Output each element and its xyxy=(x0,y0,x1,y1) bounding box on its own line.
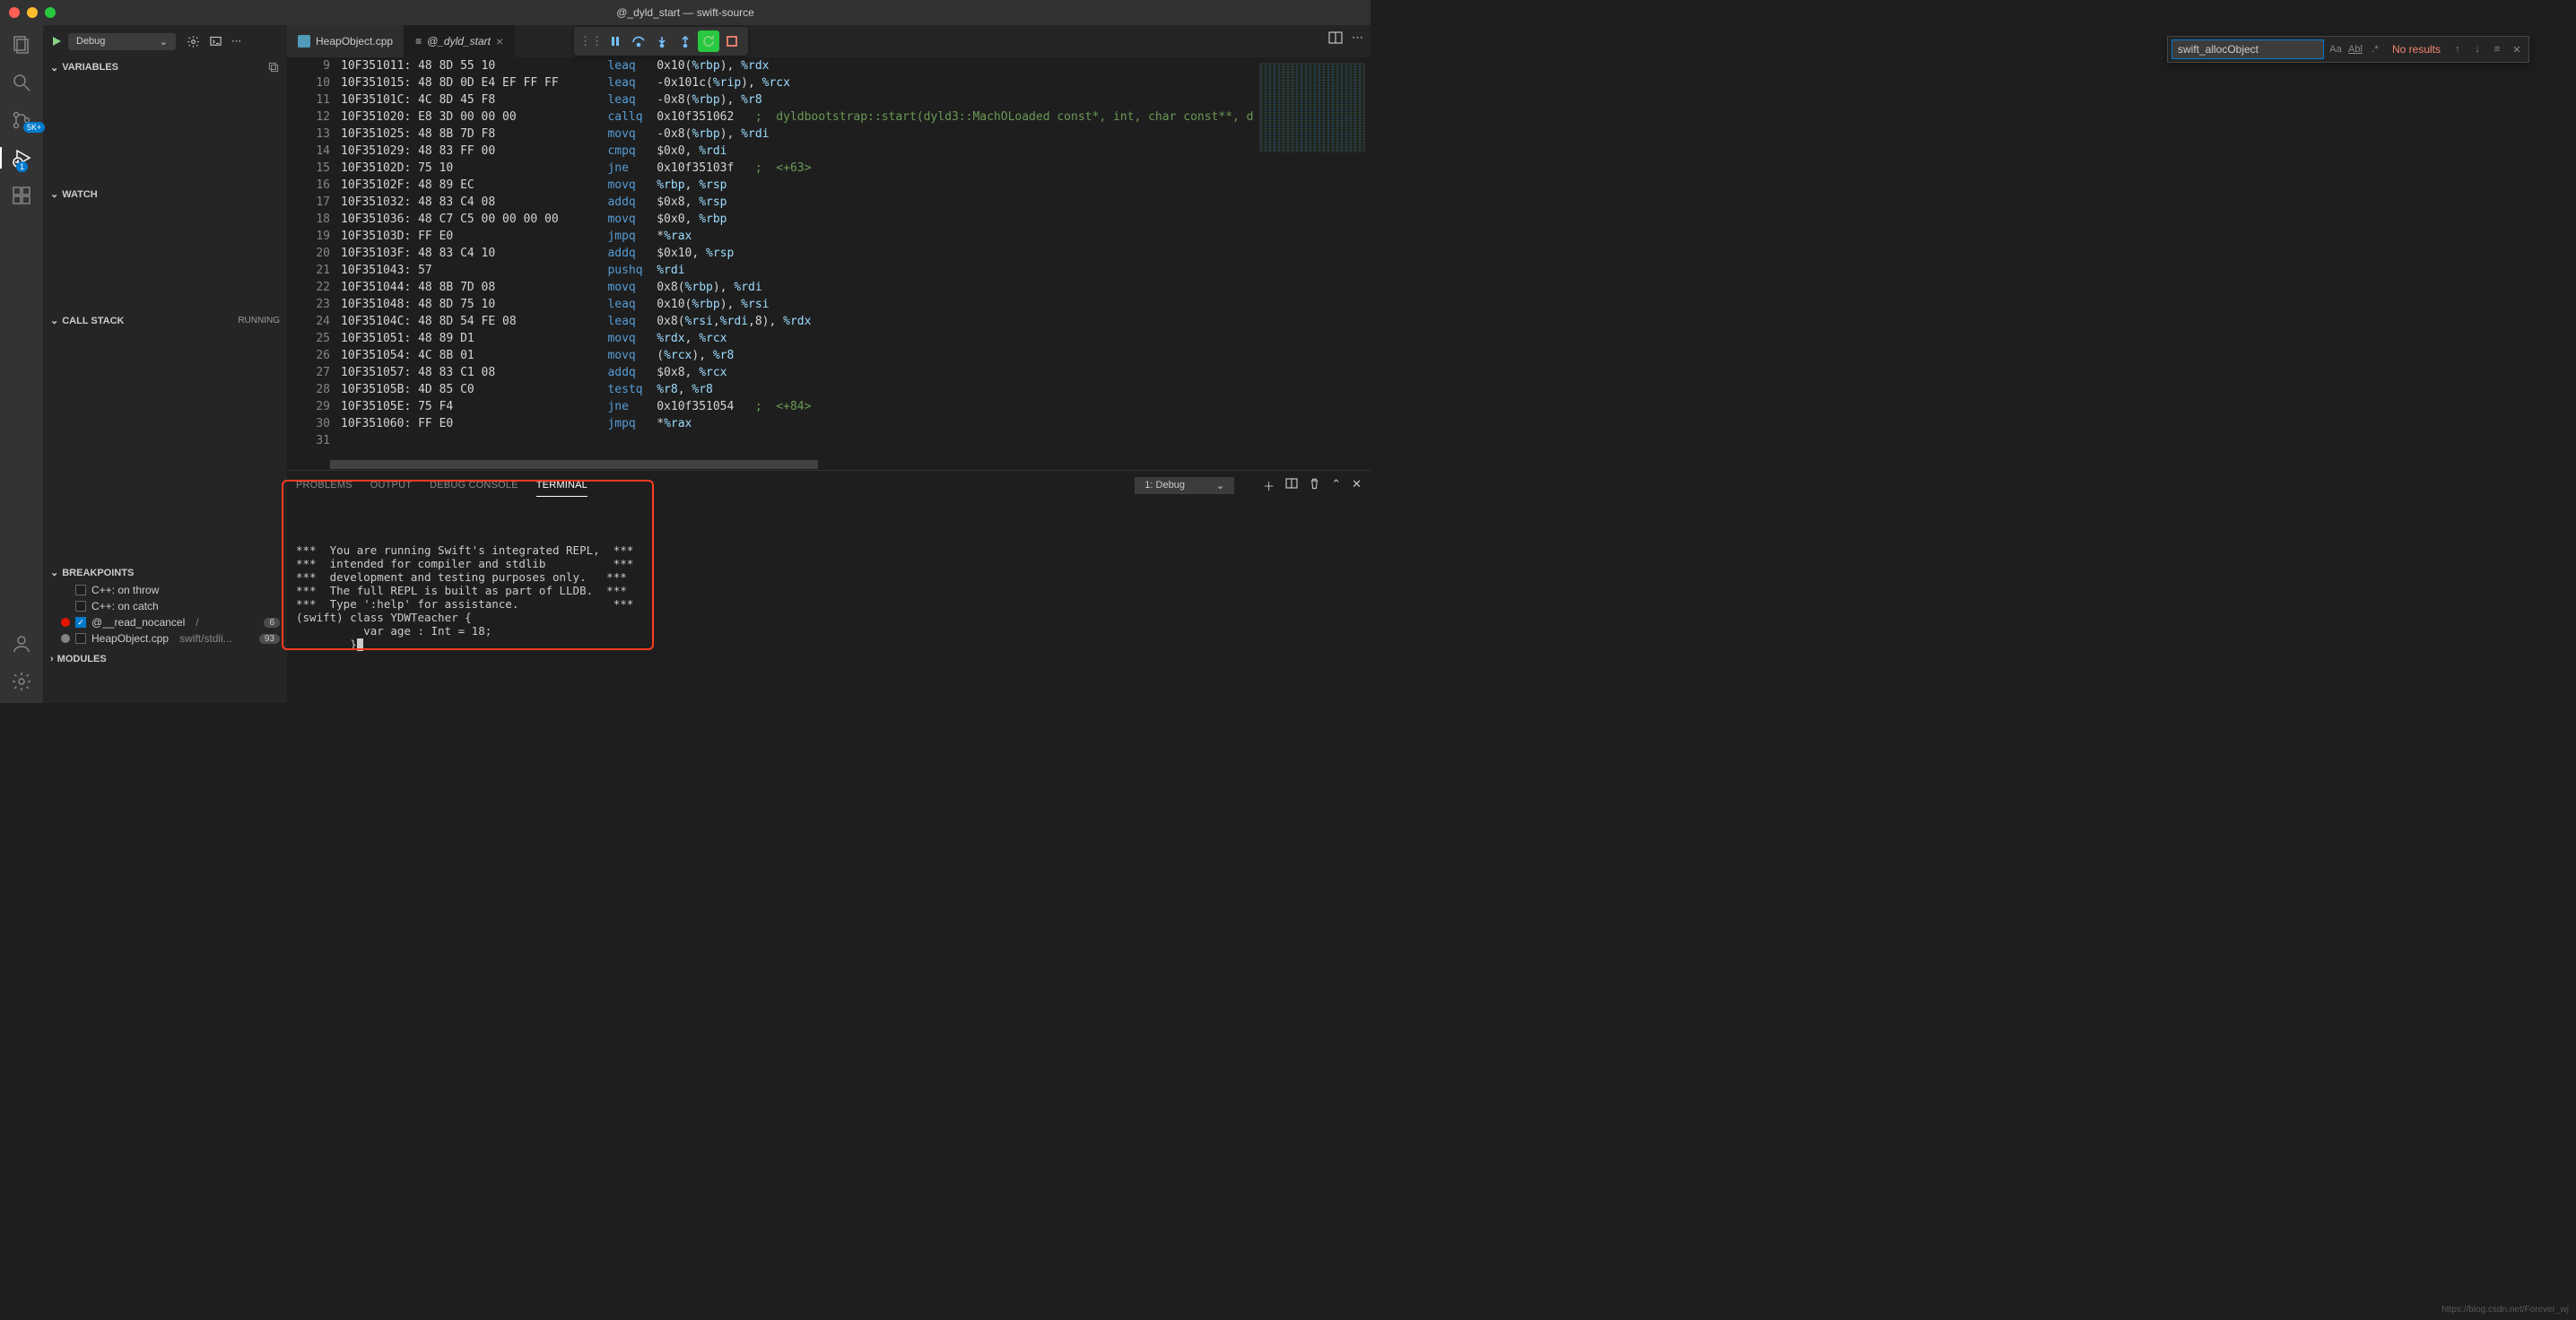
chevron-down-icon: ⌄ xyxy=(50,62,58,74)
find-filter-icon[interactable]: ≡ xyxy=(2489,44,2505,55)
account-icon[interactable] xyxy=(11,633,32,655)
terminal-body[interactable]: *** You are running Swift's integrated R… xyxy=(287,499,1371,703)
debug-badge: 1 xyxy=(16,161,28,172)
breakpoint-row[interactable]: C++: on catch xyxy=(43,598,287,614)
breakpoint-row[interactable]: ✓@__read_nocancel/6 xyxy=(43,614,287,630)
new-terminal-icon[interactable]: ＋ xyxy=(1263,477,1275,494)
window-title: @_dyld_start — swift-source xyxy=(616,6,754,19)
chevron-down-icon: ⌄ xyxy=(1216,480,1224,491)
watch-section[interactable]: ⌄ WATCH xyxy=(43,185,287,204)
debug-sidebar: Debug ⌄ ⋯ ⌄ VARIABLES ⌄ WATCH xyxy=(43,25,287,703)
step-over-button[interactable] xyxy=(628,30,649,52)
tab-bar: HeapObject.cpp≡@_dyld_start× ⋮⋮ ⋯ xyxy=(287,25,1371,57)
debug-config-select[interactable]: Debug ⌄ xyxy=(68,33,176,50)
editor-zone: HeapObject.cpp≡@_dyld_start× ⋮⋮ ⋯ Aa Abl… xyxy=(287,25,1371,703)
step-out-button[interactable] xyxy=(674,30,696,52)
match-case-icon[interactable]: Aa xyxy=(2328,44,2344,55)
watermark: https://blog.csdn.net/Forever_wj xyxy=(2441,1305,2569,1315)
settings-gear-icon[interactable] xyxy=(11,671,32,692)
more-actions-icon[interactable]: ⋯ xyxy=(1352,30,1363,45)
start-debug-icon[interactable] xyxy=(50,35,63,48)
minimap[interactable] xyxy=(1254,57,1371,459)
minimize-window[interactable] xyxy=(27,7,38,18)
scm-badge: 5K+ xyxy=(23,122,45,133)
find-input[interactable] xyxy=(2171,39,2324,59)
restart-button[interactable] xyxy=(698,30,719,52)
callstack-section[interactable]: ⌄ CALL STACK RUNNING xyxy=(43,311,287,330)
source-control-icon[interactable]: 5K+ xyxy=(11,109,32,131)
close-panel-icon[interactable]: ✕ xyxy=(1352,477,1362,494)
count-badge: 93 xyxy=(259,634,280,644)
stop-button[interactable] xyxy=(721,30,743,52)
debug-toolbar[interactable]: ⋮⋮ xyxy=(574,27,748,56)
callstack-status: RUNNING xyxy=(238,316,280,326)
search-icon[interactable] xyxy=(11,72,32,93)
debug-console-icon[interactable] xyxy=(209,35,222,48)
split-terminal-icon[interactable] xyxy=(1285,477,1298,494)
debug-config-label: Debug xyxy=(76,36,105,47)
close-tab-icon[interactable]: × xyxy=(496,34,503,48)
find-result: No results xyxy=(2387,43,2446,56)
panel-tab-debug-console[interactable]: DEBUG CONSOLE xyxy=(430,474,518,497)
checkbox-icon[interactable] xyxy=(75,601,86,612)
regex-icon[interactable]: .* xyxy=(2367,44,2383,55)
cpp-file-icon xyxy=(298,35,310,48)
extensions-icon[interactable] xyxy=(11,185,32,206)
panel-tab-terminal[interactable]: TERMINAL xyxy=(536,474,587,497)
checkbox-icon[interactable] xyxy=(75,585,86,595)
cursor xyxy=(357,638,363,651)
next-match-icon[interactable]: ↓ xyxy=(2469,44,2485,55)
kill-terminal-icon[interactable] xyxy=(1309,477,1320,494)
match-word-icon[interactable]: Abl xyxy=(2347,44,2363,55)
chevron-down-icon: ⌄ xyxy=(50,315,58,326)
run-debug-icon[interactable]: 1 xyxy=(0,147,43,169)
checkbox-icon[interactable] xyxy=(75,633,86,644)
panel-tab-problems[interactable]: PROBLEMS xyxy=(296,474,352,497)
pause-button[interactable] xyxy=(605,30,626,52)
chevron-down-icon: ⌄ xyxy=(50,188,58,200)
drag-handle-icon[interactable]: ⋮⋮ xyxy=(579,34,603,48)
tab-heapobject-cpp[interactable]: HeapObject.cpp xyxy=(287,25,405,57)
checkbox-icon[interactable]: ✓ xyxy=(75,617,86,628)
find-widget: Aa Abl .* No results ↑ ↓ ≡ ✕ xyxy=(2167,36,2529,63)
gear-icon[interactable] xyxy=(187,35,200,48)
count-badge: 6 xyxy=(264,618,280,628)
breakpoint-row[interactable]: HeapObject.cppswift/stdli...93 xyxy=(43,630,287,647)
breakpoint-unverified-icon xyxy=(61,634,70,643)
chevron-right-icon: › xyxy=(50,654,54,664)
close-window[interactable] xyxy=(9,7,20,18)
explorer-icon[interactable] xyxy=(11,34,32,56)
variables-section[interactable]: ⌄ VARIABLES xyxy=(43,57,287,77)
chevron-down-icon: ⌄ xyxy=(50,567,58,578)
terminal-selector[interactable]: 1: Debug⌄ xyxy=(1135,477,1234,494)
collapse-all-icon[interactable] xyxy=(267,61,280,74)
breakpoints-section[interactable]: ⌄ BREAKPOINTS xyxy=(43,563,287,582)
assembly-file-icon: ≡ xyxy=(415,35,422,48)
maximize-window[interactable] xyxy=(45,7,56,18)
close-find-icon[interactable]: ✕ xyxy=(2509,44,2525,56)
breakpoint-row[interactable]: C++: on throw xyxy=(43,582,287,598)
maximize-panel-icon[interactable]: ⌃ xyxy=(1331,477,1341,494)
chevron-down-icon: ⌄ xyxy=(160,36,168,48)
panel-tab-output[interactable]: OUTPUT xyxy=(370,474,412,497)
breakpoint-enabled-icon xyxy=(61,618,70,627)
activity-bar: 5K+ 1 xyxy=(0,25,43,703)
tab---dyld-start[interactable]: ≡@_dyld_start× xyxy=(405,25,515,57)
prev-match-icon[interactable]: ↑ xyxy=(2450,44,2466,55)
step-into-button[interactable] xyxy=(651,30,673,52)
split-editor-icon[interactable] xyxy=(1328,30,1343,45)
more-icon[interactable]: ⋯ xyxy=(231,35,241,48)
modules-section[interactable]: › MODULES xyxy=(43,650,287,668)
horizontal-scrollbar[interactable] xyxy=(287,459,1371,470)
